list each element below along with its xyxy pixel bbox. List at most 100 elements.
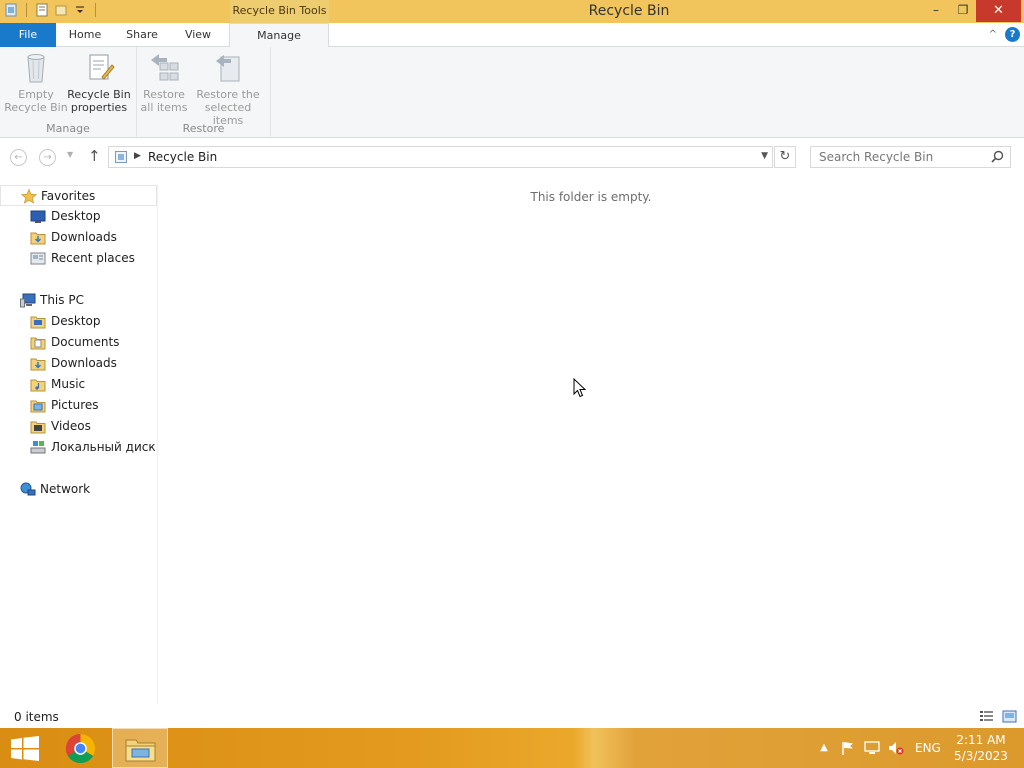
nav-favorites[interactable]: Favorites: [0, 185, 157, 206]
nav-pc-music[interactable]: Music: [0, 374, 157, 395]
clock[interactable]: 2:11 AM 5/3/2023: [950, 732, 1012, 764]
large-icons-view-icon[interactable]: [1002, 710, 1017, 723]
nav-network[interactable]: Network: [0, 479, 157, 500]
taskbar-file-explorer-button[interactable]: [112, 728, 168, 768]
network-icon: [20, 482, 36, 496]
action-center-flag-icon[interactable]: [840, 740, 856, 756]
volume-muted-icon[interactable]: [888, 740, 904, 756]
nav-label: Recent places: [51, 251, 135, 265]
tab-home[interactable]: Home: [59, 23, 111, 47]
restore-all-label-2: all items: [140, 101, 188, 114]
item-count: 0 items: [14, 710, 59, 724]
nav-label: Pictures: [51, 398, 99, 412]
nav-label: Videos: [51, 419, 91, 433]
nav-favorites-recent-places[interactable]: Recent places: [0, 248, 157, 269]
pictures-folder-icon: [30, 400, 46, 413]
nav-label: Documents: [51, 335, 120, 349]
back-button[interactable]: ←: [10, 149, 27, 166]
ribbon-tab-row: File Home Share View Manage ^ ?: [0, 23, 1024, 48]
title-bar[interactable]: Recycle Bin Tools Recycle Bin – ❐ ✕: [0, 0, 1024, 23]
desktop-icon: [30, 210, 46, 223]
ribbon-group-restore: Restore all items Restore the selected i…: [137, 47, 271, 138]
navigation-pane: Favorites Desktop Downloads Recent place…: [0, 184, 157, 704]
mouse-cursor-icon: [573, 378, 587, 398]
pane-divider[interactable]: [157, 184, 158, 704]
refresh-button[interactable]: ↻: [774, 146, 796, 168]
windows-start-icon[interactable]: [10, 736, 40, 761]
properties-label-1: Recycle Bin: [67, 88, 131, 101]
explorer-window: Recycle Bin Tools Recycle Bin – ❐ ✕ File…: [0, 0, 1024, 728]
search-icon[interactable]: [991, 150, 1004, 163]
documents-folder-icon: [30, 337, 46, 350]
forward-button[interactable]: →: [39, 149, 56, 166]
nav-pc-downloads[interactable]: Downloads: [0, 353, 157, 374]
minimize-button[interactable]: –: [922, 0, 950, 22]
empty-recycle-bin-icon: [27, 54, 45, 83]
collapse-ribbon-icon[interactable]: ^: [989, 27, 997, 42]
restore-selected-icon: [216, 55, 240, 82]
search-input[interactable]: Search Recycle Bin: [810, 146, 1011, 168]
recent-locations-chevron-icon[interactable]: ▼: [67, 150, 73, 159]
tab-file[interactable]: File: [0, 23, 56, 47]
tab-share[interactable]: Share: [116, 23, 168, 47]
nav-pc-desktop[interactable]: Desktop: [0, 311, 157, 332]
empty-folder-message: This folder is empty.: [530, 190, 652, 204]
address-row: ← → ▼ ↑ ▶ Recycle Bin ▼ ↻ Search Recycle…: [0, 138, 1024, 176]
taskbar-chrome-button[interactable]: [53, 728, 109, 768]
nav-this-pc[interactable]: This PC: [0, 290, 157, 311]
close-button[interactable]: ✕: [976, 0, 1021, 22]
downloads-folder-icon: [30, 358, 46, 371]
nav-favorites-downloads[interactable]: Downloads: [0, 227, 157, 248]
recent-places-icon: [30, 252, 46, 265]
file-explorer-icon: [125, 739, 156, 762]
downloads-folder-icon: [30, 232, 46, 245]
details-view-icon[interactable]: [979, 710, 994, 723]
computer-icon: [20, 293, 36, 308]
restore-all-label-1: Restore: [143, 88, 185, 101]
breadcrumb-chevron-icon[interactable]: ▶: [134, 151, 141, 161]
nav-label: Локальный диск (C: [51, 440, 157, 454]
clock-time: 2:11 AM: [956, 733, 1006, 747]
nav-pc-videos[interactable]: Videos: [0, 416, 157, 437]
ribbon-group-manage: Empty Recycle Bin Recycle Bin properties…: [0, 47, 137, 138]
properties-icon: [89, 54, 115, 80]
input-language-indicator[interactable]: ENG: [915, 741, 941, 755]
nav-pc-local-disk[interactable]: Локальный диск (C: [0, 437, 157, 458]
nav-favorites-desktop[interactable]: Desktop: [0, 206, 157, 227]
address-bar[interactable]: ▶ Recycle Bin ▼: [108, 146, 773, 168]
nav-label: Desktop: [51, 314, 101, 328]
manage-group-label: Manage: [46, 122, 90, 135]
breadcrumb-recycle-bin[interactable]: Recycle Bin: [148, 150, 217, 164]
restore-all-items-button[interactable]: Restore all items: [140, 51, 188, 114]
ribbon: Empty Recycle Bin Recycle Bin properties…: [0, 47, 1024, 138]
up-button[interactable]: ↑: [88, 147, 101, 165]
tab-manage[interactable]: Manage: [229, 23, 329, 48]
music-folder-icon: [30, 379, 46, 392]
address-history-chevron-icon[interactable]: ▼: [761, 151, 768, 161]
favorites-label: Favorites: [41, 189, 96, 203]
status-bar: 0 items: [0, 706, 1024, 728]
taskbar: ▲ ENG 2:11 AM 5/3/2023: [0, 728, 1024, 768]
recycle-bin-location-icon: [115, 151, 127, 163]
forward-arrow-icon: →: [43, 152, 52, 163]
nav-pc-pictures[interactable]: Pictures: [0, 395, 157, 416]
help-icon[interactable]: ?: [1005, 27, 1020, 42]
restore-selected-label-1: Restore the: [196, 88, 260, 101]
nav-pc-documents[interactable]: Documents: [0, 332, 157, 353]
videos-folder-icon: [30, 421, 46, 434]
empty-recycle-bin-button[interactable]: Empty Recycle Bin: [4, 51, 68, 114]
restore-selected-items-button[interactable]: Restore the selected items: [188, 51, 268, 127]
back-arrow-icon: ←: [14, 152, 23, 163]
network-tray-icon[interactable]: [864, 740, 880, 756]
nav-label: Downloads: [51, 230, 117, 244]
nav-label: Music: [51, 377, 86, 391]
tab-view[interactable]: View: [173, 23, 223, 47]
restore-button[interactable]: ❐: [949, 0, 977, 22]
network-label: Network: [40, 482, 91, 496]
local-disk-icon: [30, 441, 46, 454]
star-icon: [21, 189, 37, 204]
window-title: Recycle Bin: [588, 3, 670, 19]
show-hidden-icons-icon[interactable]: ▲: [816, 740, 832, 756]
recycle-bin-properties-button[interactable]: Recycle Bin properties: [66, 51, 132, 114]
nav-label: Desktop: [51, 209, 101, 223]
